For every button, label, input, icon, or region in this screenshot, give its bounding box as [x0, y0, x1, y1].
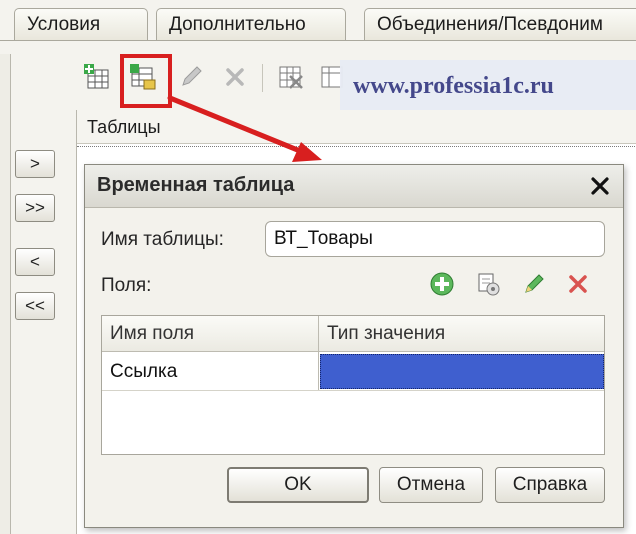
left-panel-edge [0, 54, 11, 534]
ok-button[interactable]: OK [227, 467, 369, 503]
add-table-icon[interactable] [82, 62, 112, 92]
tables-header: Таблицы [77, 110, 636, 144]
delete-icon[interactable] [565, 271, 591, 297]
edit-icon[interactable] [176, 62, 206, 92]
watermark-banner: www.professia1c.ru [340, 60, 636, 116]
tab-additional[interactable]: Дополнительно [156, 8, 346, 40]
fields-table-header: Имя поля Тип значения [102, 316, 604, 352]
tab-unions-aliases[interactable]: Объединения/Псевдоним [364, 8, 636, 40]
dialog-titlebar: Временная таблица [85, 165, 623, 208]
watermark-text: www.professia1c.ru [353, 73, 554, 99]
move-left-button[interactable]: < [15, 248, 55, 276]
tabs-divider [0, 40, 636, 41]
tab-bar: Условия Дополнительно Объединения/Псевдо… [0, 0, 636, 46]
field-name-cell[interactable]: Ссылка [110, 354, 177, 390]
column-separator [318, 316, 319, 390]
highlight-frame [120, 54, 172, 108]
move-all-right-button[interactable]: >> [15, 194, 55, 222]
move-right-button[interactable]: > [15, 150, 55, 178]
delete-icon[interactable] [220, 62, 250, 92]
edit-icon[interactable] [521, 271, 547, 297]
fields-table: Имя поля Тип значения Ссылка [101, 315, 605, 455]
selected-row-focus [77, 146, 636, 149]
table-copy-icon[interactable] [276, 62, 306, 92]
value-type-cell[interactable] [320, 354, 604, 389]
toolbar-separator [262, 64, 263, 92]
table-name-input[interactable]: ВТ_Товары [265, 221, 605, 257]
column-header-value-type[interactable]: Тип значения [319, 316, 604, 351]
dialog-title: Временная таблица [97, 174, 295, 196]
column-header-field-name[interactable]: Имя поля [102, 316, 318, 351]
add-icon[interactable] [429, 271, 455, 297]
tab-conditions[interactable]: Условия [14, 8, 148, 40]
move-all-left-button[interactable]: << [15, 292, 55, 320]
help-button[interactable]: Справка [495, 467, 605, 503]
row-divider [102, 390, 604, 391]
cancel-button[interactable]: Отмена [379, 467, 483, 503]
copy-icon[interactable] [475, 271, 501, 297]
table-name-label: Имя таблицы: [101, 229, 224, 250]
close-icon[interactable] [585, 171, 615, 201]
fields-label: Поля: [101, 275, 152, 296]
temp-table-dialog: Временная таблица Имя таблицы: ВТ_Товары… [84, 164, 624, 528]
